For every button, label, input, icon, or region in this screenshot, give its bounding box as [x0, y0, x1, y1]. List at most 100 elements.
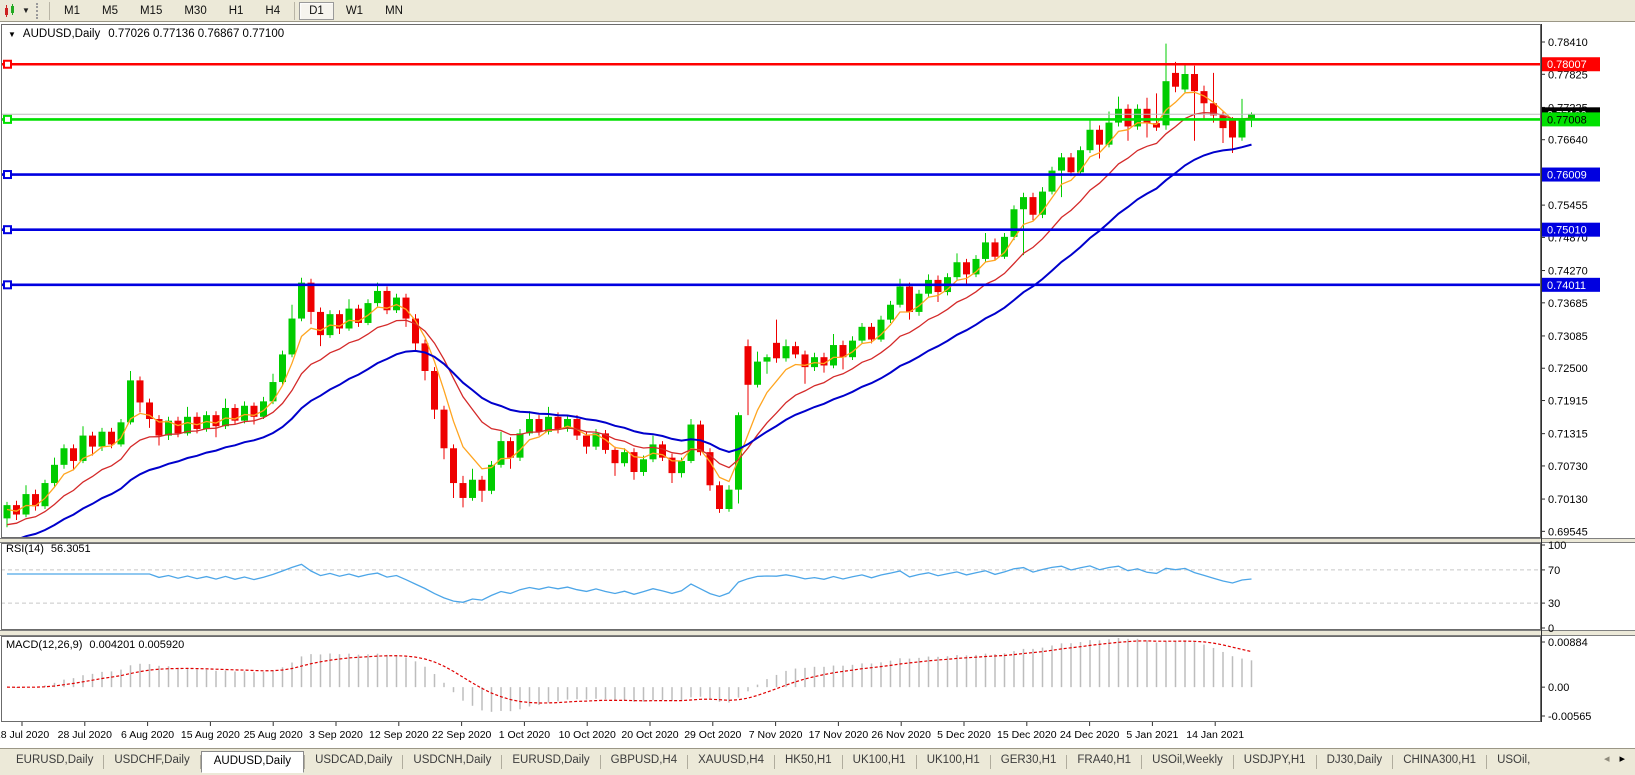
svg-text:15 Dec 2020: 15 Dec 2020: [997, 729, 1057, 741]
svg-text:0.70730: 0.70730: [1548, 461, 1588, 473]
macd-values: 0.004201 0.005920: [89, 639, 184, 651]
svg-text:0.71915: 0.71915: [1548, 396, 1588, 408]
svg-text:0.74011: 0.74011: [1547, 280, 1586, 292]
chevron-down-icon[interactable]: ▼: [20, 6, 32, 15]
timeframe-button-h4[interactable]: H4: [255, 2, 290, 20]
chart-title: ▼ AUDUSD,Daily 0.77026 0.77136 0.76867 0…: [8, 28, 284, 40]
svg-text:15 Aug 2020: 15 Aug 2020: [181, 729, 240, 741]
chart-tabs: EURUSD,DailyUSDCHF,DailyAUDUSD,DailyUSDC…: [0, 751, 1593, 773]
timeframe-button-w1[interactable]: W1: [336, 2, 373, 20]
svg-text:14 Jan 2021: 14 Jan 2021: [1186, 729, 1244, 741]
timeframe-button-m5[interactable]: M5: [92, 2, 128, 20]
toolbar-separator: [294, 2, 295, 20]
time-axis-labels: 18 Jul 202028 Jul 20206 Aug 202015 Aug 2…: [0, 722, 1244, 741]
chart-tab-usdchf-daily[interactable]: USDCHF,Daily: [104, 751, 199, 770]
svg-text:0.00884: 0.00884: [1548, 637, 1588, 649]
svg-text:5 Jan 2021: 5 Jan 2021: [1126, 729, 1178, 741]
svg-text:0.78007: 0.78007: [1547, 59, 1587, 71]
chart-ohlc: 0.77026 0.77136 0.76867 0.77100: [108, 28, 284, 40]
svg-text:0.72500: 0.72500: [1548, 363, 1588, 375]
price-badge-0.76009: 0.76009: [1542, 168, 1600, 182]
svg-text:3 Sep 2020: 3 Sep 2020: [309, 729, 363, 741]
svg-text:25 Aug 2020: 25 Aug 2020: [244, 729, 303, 741]
svg-text:22 Sep 2020: 22 Sep 2020: [432, 729, 492, 741]
svg-text:0.70130: 0.70130: [1548, 494, 1588, 506]
chart-tab-audusd-daily[interactable]: AUDUSD,Daily: [201, 751, 304, 773]
svg-text:17 Nov 2020: 17 Nov 2020: [809, 729, 869, 741]
chart-symbol: AUDUSD,Daily: [23, 28, 100, 40]
svg-text:0.77008: 0.77008: [1547, 114, 1587, 126]
hline-handle-0.78007[interactable]: [4, 61, 11, 68]
svg-text:0.76009: 0.76009: [1547, 170, 1587, 182]
svg-text:26 Nov 2020: 26 Nov 2020: [871, 729, 931, 741]
svg-text:0.74270: 0.74270: [1548, 266, 1588, 278]
price-badge-0.78007: 0.78007: [1542, 57, 1600, 71]
tab-scroll-right-icon[interactable]: ▸: [1619, 753, 1625, 765]
chart-tab-eurusd-daily[interactable]: EURUSD,Daily: [6, 751, 103, 770]
svg-text:0.73685: 0.73685: [1548, 298, 1588, 310]
chart-tab-uk100-h1[interactable]: UK100,H1: [843, 751, 916, 770]
chart-tab-gbpusd-h4[interactable]: GBPUSD,H4: [601, 751, 687, 770]
collapse-arrow-icon[interactable]: ▼: [8, 30, 16, 39]
macd-name: MACD(12,26,9): [6, 639, 82, 651]
chart-tab-eurusd-daily[interactable]: EURUSD,Daily: [502, 751, 599, 770]
hline-handle-0.77008[interactable]: [4, 116, 11, 123]
timeframe-button-d1[interactable]: D1: [299, 2, 334, 20]
chart-tab-hk50-h1[interactable]: HK50,H1: [775, 751, 842, 770]
svg-text:100: 100: [1548, 540, 1566, 552]
svg-text:30: 30: [1548, 598, 1560, 610]
svg-text:28 Jul 2020: 28 Jul 2020: [58, 729, 112, 741]
timeframe-button-mn[interactable]: MN: [375, 2, 413, 20]
chart-tabbar: EURUSD,DailyUSDCHF,DailyAUDUSD,DailyUSDC…: [0, 748, 1635, 775]
svg-text:0.69545: 0.69545: [1548, 526, 1588, 538]
chart-canvas[interactable]: ▼ AUDUSD,Daily 0.77026 0.77136 0.76867 0…: [0, 22, 1635, 748]
price-badge-0.75010: 0.75010: [1542, 223, 1600, 237]
top-toolbar: ▼ M1M5M15M30H1H4 D1W1MN: [0, 0, 1635, 22]
chart-tab-dj30-daily[interactable]: DJ30,Daily: [1317, 751, 1393, 770]
timeframe-buttons: M1M5M15M30H1H4 D1W1MN: [46, 2, 414, 20]
chart-tab-uk100-h1[interactable]: UK100,H1: [917, 751, 990, 770]
chart-tab-usdjpy-h1[interactable]: USDJPY,H1: [1234, 751, 1316, 770]
svg-text:18 Jul 2020: 18 Jul 2020: [0, 729, 49, 741]
toolbar-grip[interactable]: [36, 3, 42, 19]
hline-handle-0.74011[interactable]: [4, 281, 11, 288]
ma-line-25: [7, 145, 1252, 542]
price-badge-0.77008: 0.77008: [1542, 112, 1600, 126]
chart-tab-usoil-[interactable]: USOil,: [1487, 751, 1540, 770]
rsi-value: 56.3051: [51, 543, 91, 555]
chart-tab-usdcad-daily[interactable]: USDCAD,Daily: [305, 751, 402, 770]
price-axis-labels: 0.784100.778250.772250.766400.760550.754…: [1541, 37, 1591, 723]
chart-tab-xauusd-h4[interactable]: XAUUSD,H4: [688, 751, 774, 770]
svg-text:0.71315: 0.71315: [1548, 429, 1588, 441]
price-badge-0.74011: 0.74011: [1542, 278, 1600, 292]
macd-label: MACD(12,26,9) 0.004201 0.005920: [6, 639, 184, 651]
svg-text:70: 70: [1548, 565, 1560, 577]
svg-text:0.75455: 0.75455: [1548, 200, 1588, 212]
svg-text:0.78410: 0.78410: [1548, 37, 1588, 49]
price-chart-svg[interactable]: 0.784100.778250.772250.766400.760550.754…: [0, 22, 1635, 748]
svg-text:0.73085: 0.73085: [1548, 331, 1588, 343]
hline-handle-0.75010[interactable]: [4, 226, 11, 233]
svg-text:12 Sep 2020: 12 Sep 2020: [369, 729, 429, 741]
chart-tab-fra40-h1[interactable]: FRA40,H1: [1067, 751, 1141, 770]
svg-text:-0.00565: -0.00565: [1548, 711, 1591, 723]
chart-tab-ger30-h1[interactable]: GER30,H1: [991, 751, 1067, 770]
timeframe-button-m1[interactable]: M1: [54, 2, 90, 20]
svg-text:7 Nov 2020: 7 Nov 2020: [749, 729, 803, 741]
svg-text:0.75010: 0.75010: [1547, 225, 1587, 237]
svg-text:0.00: 0.00: [1548, 682, 1569, 694]
timeframe-button-m30[interactable]: M30: [174, 2, 216, 20]
chart-tab-china300-h1[interactable]: CHINA300,H1: [1393, 751, 1486, 770]
svg-text:10 Oct 2020: 10 Oct 2020: [559, 729, 616, 741]
timeframe-button-m15[interactable]: M15: [130, 2, 172, 20]
svg-text:0.76640: 0.76640: [1548, 135, 1588, 147]
tab-scroll-left-icon[interactable]: ◂: [1604, 753, 1610, 765]
svg-text:0: 0: [1548, 623, 1554, 635]
svg-text:29 Oct 2020: 29 Oct 2020: [684, 729, 741, 741]
timeframe-button-h1[interactable]: H1: [219, 2, 254, 20]
chart-tab-usoil-weekly[interactable]: USOil,Weekly: [1142, 751, 1233, 770]
chart-tool-icon[interactable]: [2, 3, 20, 19]
chart-tab-usdcnh-daily[interactable]: USDCNH,Daily: [403, 751, 501, 770]
hline-handle-0.76009[interactable]: [4, 171, 11, 178]
toolbar-separator: [49, 2, 50, 20]
